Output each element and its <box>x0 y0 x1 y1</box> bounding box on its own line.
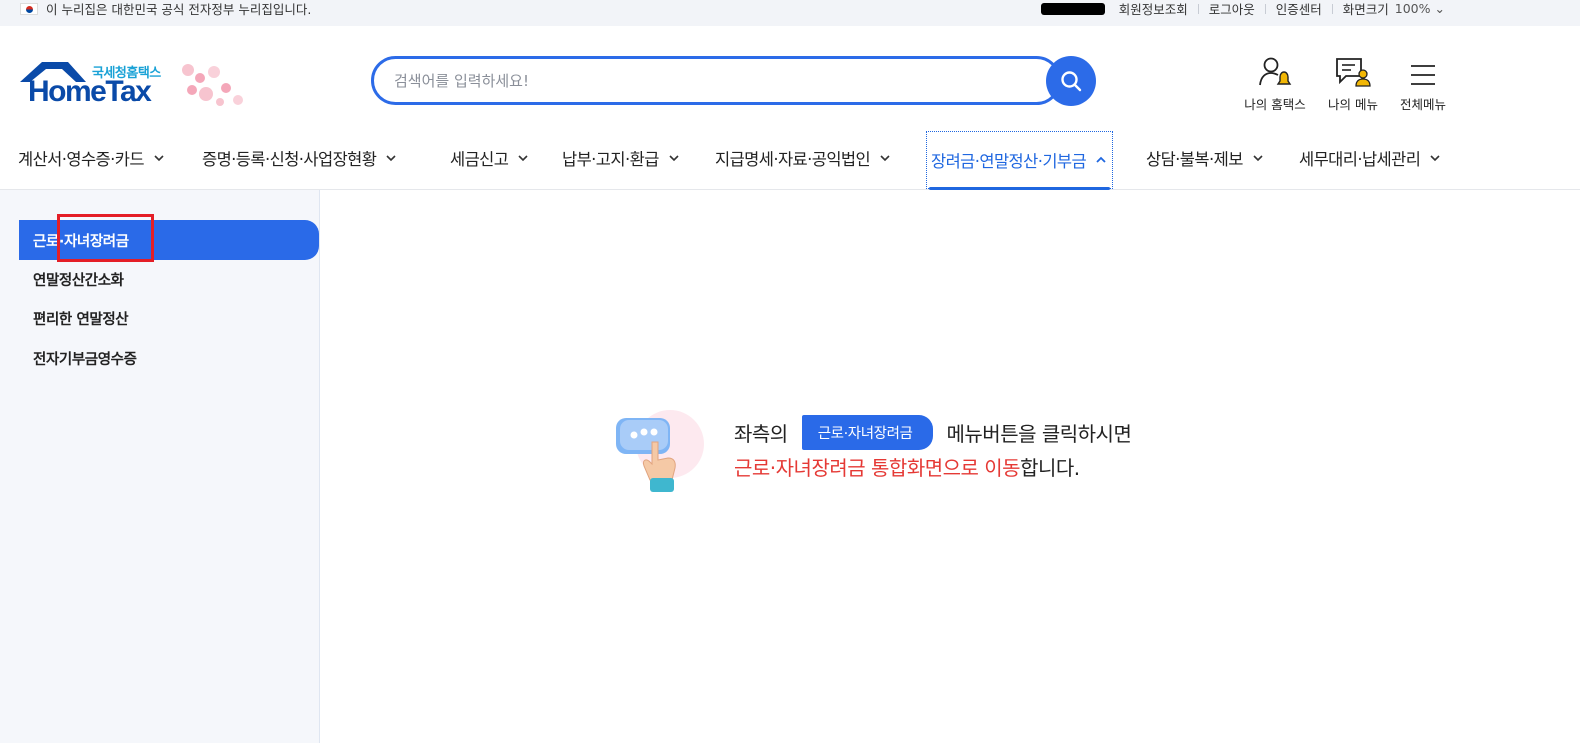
zoom-level: 100% <box>1394 1 1431 16</box>
gov-notice-text: 이 누리집은 대한민국 공식 전자정부 누리집입니다. <box>46 2 312 17</box>
guide-end-text: 합니다. <box>1020 455 1080 480</box>
chevron-down-icon <box>880 155 890 162</box>
chevron-down-icon <box>154 155 164 162</box>
utility-links: 회원정보조회 로그아웃 인증센터 화면크기 100% ⌄ <box>1040 0 1445 18</box>
guide-line-2: 근로·자녀장려금 통합화면으로 이동 합니다. <box>725 450 1080 485</box>
all-menu-label: 전체메뉴 <box>1399 97 1446 112</box>
lnb-item-easy-yearend[interactable]: 편리한 연말정산 <box>19 298 319 338</box>
lnb-item-yearend-simplified[interactable]: 연말정산간소화 <box>19 259 319 299</box>
gnb-tax-agent-management[interactable]: 세무대리·납세관리 <box>1299 128 1442 188</box>
chat-user-icon <box>1336 58 1371 87</box>
main-navigation: 계산서·영수증·카드 증명·등록·신청·사업장현황 세금신고 납부·고지·환급 … <box>0 128 1580 190</box>
my-hometax-button[interactable]: 나의 홈택스 <box>1240 54 1310 113</box>
gnb-incentive-yearend-donation[interactable]: 장려금·연말정산·기부금 <box>925 131 1114 190</box>
logout-link[interactable]: 로그아웃 <box>1209 0 1255 18</box>
my-hometax-label: 나의 홈택스 <box>1244 97 1306 112</box>
chevron-down-icon <box>518 155 528 162</box>
lnb-item-label: 편리한 연말정산 <box>33 311 129 328</box>
gnb-label: 상담·불복·제보 <box>1146 150 1243 169</box>
hamburger-menu-icon <box>1411 65 1435 85</box>
top-utility-bar: 이 누리집은 대한민국 공식 전자정부 누리집입니다. 회원정보조회 로그아웃 … <box>0 0 1580 26</box>
gov-notice: 이 누리집은 대한민국 공식 전자정부 누리집입니다. <box>20 0 311 17</box>
pointing-hand-chat-icon <box>616 410 704 492</box>
member-info-link[interactable]: 회원정보조회 <box>1119 0 1188 18</box>
search-input[interactable] <box>394 69 1034 93</box>
guide-highlight-text: 근로·자녀장려금 통합화면으로 이동 <box>725 452 1027 485</box>
all-menu-button[interactable]: 전체메뉴 <box>1388 54 1458 113</box>
search-button[interactable] <box>1046 56 1096 106</box>
redacted-user-name <box>1040 2 1105 15</box>
gnb-label: 세금신고 <box>450 150 509 169</box>
my-menu-button[interactable]: 나의 메뉴 <box>1318 54 1388 113</box>
chevron-up-icon <box>1096 156 1106 163</box>
gnb-label: 세무대리·납세관리 <box>1299 150 1421 169</box>
guide-line-1: 좌측의 근로·자녀장려금 메뉴버튼을 클릭하시면 <box>734 414 1132 450</box>
screen-size-label: 화면크기 <box>1342 2 1389 17</box>
guide-menu-pill: 근로·자녀장려금 <box>801 414 933 450</box>
cert-center-link[interactable]: 인증센터 <box>1276 0 1322 18</box>
gnb-label: 장려금·연말정산·기부금 <box>931 152 1087 171</box>
gnb-label: 지급명세·자료·공익법인 <box>715 150 871 169</box>
korea-flag-icon <box>20 2 38 15</box>
my-menu-label: 나의 메뉴 <box>1328 97 1378 112</box>
cherry-blossom-icon <box>182 64 243 106</box>
chevron-down-icon <box>669 155 679 162</box>
logo-title: HomeTax <box>28 75 152 108</box>
chevron-down-icon: ⌄ <box>1434 1 1445 16</box>
search-icon <box>1061 71 1082 92</box>
chevron-down-icon <box>1253 155 1263 162</box>
gnb-payment-notice-refund[interactable]: 납부·고지·환급 <box>562 128 681 188</box>
lnb-item-label: 전자기부금영수증 <box>33 351 137 368</box>
lnb-item-e-donation-receipt[interactable]: 전자기부금영수증 <box>19 338 319 378</box>
search-box <box>371 56 1061 105</box>
zoom-select[interactable]: 100% ⌄ <box>1395 1 1445 16</box>
annotation-highlight-box <box>57 214 154 262</box>
gnb-certificate-registration[interactable]: 증명·등록·신청·사업장현황 <box>202 128 398 188</box>
active-underline <box>929 187 1111 190</box>
gnb-payment-statement-data[interactable]: 지급명세·자료·공익법인 <box>715 128 892 188</box>
hometax-logo[interactable]: 국세청홈택스 HomeTax <box>18 58 253 114</box>
gnb-label: 증명·등록·신청·사업장현황 <box>202 150 377 169</box>
gnb-invoice-receipt-card[interactable]: 계산서·영수증·카드 <box>18 128 166 188</box>
guide-prefix: 좌측의 <box>734 421 788 446</box>
gnb-label: 계산서·영수증·카드 <box>18 150 145 169</box>
chevron-down-icon <box>386 155 396 162</box>
gnb-label: 납부·고지·환급 <box>562 150 659 169</box>
chevron-down-icon <box>1430 155 1440 162</box>
lnb-item-label: 연말정산간소화 <box>33 272 124 289</box>
gnb-consult-appeal-report[interactable]: 상담·불복·제보 <box>1146 128 1265 188</box>
guide-suffix: 메뉴버튼을 클릭하시면 <box>946 421 1132 446</box>
user-bell-icon <box>1259 57 1292 86</box>
gnb-tax-return[interactable]: 세금신고 <box>450 128 530 188</box>
